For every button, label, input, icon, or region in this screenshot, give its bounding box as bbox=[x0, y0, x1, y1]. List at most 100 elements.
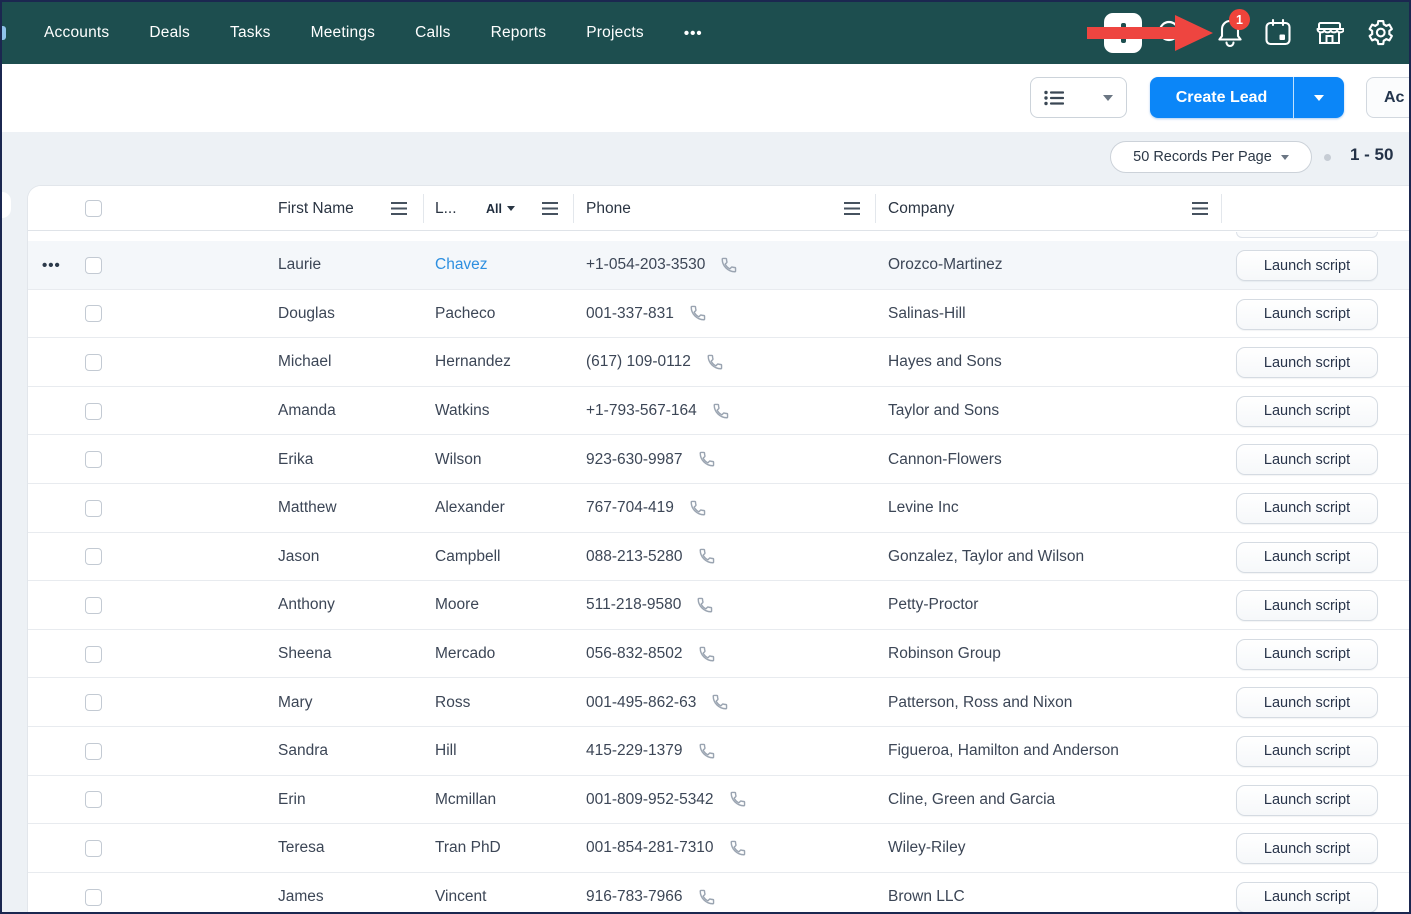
last-name-text[interactable]: Mercado bbox=[435, 645, 495, 663]
launch-script-button[interactable]: Launch script bbox=[1236, 590, 1378, 621]
cell-last-name: Moore bbox=[435, 581, 479, 630]
row-checkbox[interactable] bbox=[85, 889, 102, 906]
last-name-text[interactable]: Vincent bbox=[435, 888, 486, 906]
create-lead-button[interactable]: Create Lead bbox=[1150, 77, 1293, 118]
records-per-page-dropdown[interactable]: 50 Records Per Page bbox=[1110, 141, 1312, 173]
launch-script-button[interactable]: Launch script bbox=[1236, 347, 1378, 378]
call-phone-icon[interactable] bbox=[688, 304, 707, 323]
last-name-text[interactable]: Moore bbox=[435, 596, 479, 614]
launch-script-button[interactable]: Launch script bbox=[1236, 736, 1378, 767]
call-phone-icon[interactable] bbox=[705, 353, 724, 372]
cell-last-name: Ross bbox=[435, 678, 470, 727]
call-phone-icon[interactable] bbox=[719, 256, 738, 275]
launch-script-button[interactable]: Launch script bbox=[1236, 639, 1378, 670]
marketplace-store-icon[interactable] bbox=[1315, 19, 1344, 46]
create-lead-dropdown-button[interactable] bbox=[1293, 77, 1344, 118]
last-name-text[interactable]: Mcmillan bbox=[435, 791, 496, 809]
company-header[interactable]: Company bbox=[888, 186, 954, 231]
cell-first-name: James bbox=[278, 873, 324, 914]
tab-meetings[interactable]: Meetings bbox=[311, 24, 376, 42]
call-phone-icon[interactable] bbox=[697, 450, 716, 469]
last-name-text[interactable]: Wilson bbox=[435, 451, 482, 469]
tab-projects[interactable]: Projects bbox=[586, 24, 644, 42]
call-phone-icon[interactable] bbox=[688, 499, 707, 518]
call-phone-icon[interactable] bbox=[710, 693, 729, 712]
row-checkbox[interactable] bbox=[85, 548, 102, 565]
row-checkbox[interactable] bbox=[85, 403, 102, 420]
cell-first-name: Anthony bbox=[278, 581, 335, 630]
call-phone-icon[interactable] bbox=[697, 645, 716, 664]
row-checkbox[interactable] bbox=[85, 257, 102, 274]
last-name-text[interactable]: Hill bbox=[435, 742, 457, 760]
tab-deals[interactable]: Deals bbox=[149, 24, 190, 42]
row-checkbox[interactable] bbox=[85, 451, 102, 468]
phone-header[interactable]: Phone bbox=[586, 186, 631, 231]
call-phone-icon[interactable] bbox=[697, 742, 716, 761]
last-name-text[interactable]: Hernandez bbox=[435, 353, 511, 371]
row-options-button[interactable]: ••• bbox=[42, 241, 61, 290]
company-column-menu-icon[interactable] bbox=[1192, 202, 1208, 215]
select-all-checkbox[interactable] bbox=[85, 200, 102, 217]
row-checkbox[interactable] bbox=[85, 597, 102, 614]
cell-company: Petty-Proctor bbox=[888, 581, 978, 630]
chevron-down-icon bbox=[1103, 95, 1113, 101]
actions-button-clipped[interactable]: Ac bbox=[1366, 77, 1411, 118]
launch-script-button[interactable]: Launch script bbox=[1236, 785, 1378, 816]
first-name-column-menu-icon[interactable] bbox=[391, 202, 407, 215]
call-phone-icon[interactable] bbox=[728, 839, 747, 858]
tab-reports[interactable]: Reports bbox=[491, 24, 547, 42]
launch-script-button[interactable]: Launch script bbox=[1236, 542, 1378, 573]
cell-phone: +1-054-203-3530 bbox=[586, 241, 738, 290]
row-checkbox[interactable] bbox=[85, 500, 102, 517]
cell-company: Hayes and Sons bbox=[888, 338, 1002, 387]
last-name-header[interactable]: L... bbox=[435, 186, 457, 231]
last-name-column-menu-icon[interactable] bbox=[542, 202, 558, 215]
row-checkbox[interactable] bbox=[85, 305, 102, 322]
settings-gear-icon[interactable] bbox=[1365, 17, 1395, 48]
record-range-label: 1 - 50 bbox=[1350, 145, 1393, 165]
last-name-text[interactable]: Ross bbox=[435, 694, 470, 712]
launch-script-button[interactable]: Launch script bbox=[1236, 250, 1378, 281]
row-checkbox[interactable] bbox=[85, 354, 102, 371]
launch-script-button[interactable]: Launch script bbox=[1236, 687, 1378, 718]
phone-column-menu-icon[interactable] bbox=[844, 202, 860, 215]
launch-script-button[interactable]: Launch script bbox=[1236, 444, 1378, 475]
row-checkbox[interactable] bbox=[85, 840, 102, 857]
last-name-text[interactable]: Pacheco bbox=[435, 305, 495, 323]
list-view-selector-button[interactable] bbox=[1030, 77, 1127, 118]
table-header-row: First Name L... All Phone Company bbox=[28, 186, 1411, 231]
calendar-icon[interactable] bbox=[1264, 18, 1292, 47]
last-name-text[interactable]: Watkins bbox=[435, 402, 490, 420]
row-checkbox[interactable] bbox=[85, 646, 102, 663]
launch-script-button[interactable]: Launch script bbox=[1236, 396, 1378, 427]
call-phone-icon[interactable] bbox=[711, 402, 730, 421]
row-checkbox[interactable] bbox=[85, 743, 102, 760]
cell-company: Gonzalez, Taylor and Wilson bbox=[888, 533, 1084, 582]
last-name-filter-dropdown[interactable]: All bbox=[486, 186, 515, 231]
table-row: ••• Sheena Mercado 056-832-8502 Robinson… bbox=[28, 630, 1411, 679]
tab-accounts[interactable]: Accounts bbox=[44, 24, 109, 42]
call-phone-icon[interactable] bbox=[697, 888, 716, 907]
call-phone-icon[interactable] bbox=[697, 547, 716, 566]
column-divider bbox=[573, 194, 574, 223]
first-name-header[interactable]: First Name bbox=[278, 186, 354, 231]
cell-last-name: Alexander bbox=[435, 484, 505, 533]
row-checkbox[interactable] bbox=[85, 694, 102, 711]
launch-script-button[interactable]: Launch script bbox=[1236, 493, 1378, 524]
launch-script-button[interactable]: Launch script bbox=[1236, 299, 1378, 330]
launch-script-button[interactable]: Launch script bbox=[1236, 882, 1378, 913]
tabs-more-button[interactable]: ••• bbox=[684, 25, 703, 42]
row-checkbox[interactable] bbox=[85, 791, 102, 808]
last-name-text[interactable]: Chavez bbox=[435, 256, 488, 274]
column-divider bbox=[1221, 194, 1222, 223]
tab-tasks[interactable]: Tasks bbox=[230, 24, 271, 42]
call-phone-icon[interactable] bbox=[695, 596, 714, 615]
notification-count-badge[interactable]: 1 bbox=[1229, 9, 1250, 30]
launch-script-button[interactable]: Launch script bbox=[1236, 833, 1378, 864]
tab-calls[interactable]: Calls bbox=[415, 24, 450, 42]
cell-last-name: Campbell bbox=[435, 533, 500, 582]
call-phone-icon[interactable] bbox=[728, 790, 747, 809]
last-name-text[interactable]: Tran PhD bbox=[435, 839, 501, 857]
last-name-text[interactable]: Alexander bbox=[435, 499, 505, 517]
last-name-text[interactable]: Campbell bbox=[435, 548, 500, 566]
